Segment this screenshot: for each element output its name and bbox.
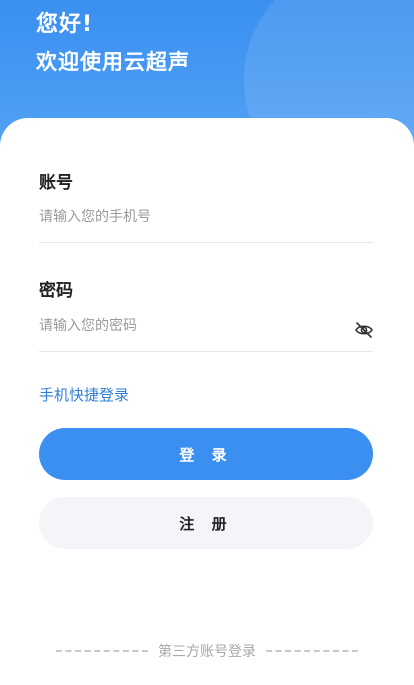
eye-off-icon[interactable]: [354, 321, 374, 339]
phone-input[interactable]: [39, 205, 339, 229]
account-divider: [39, 242, 373, 243]
third-party-section: 第三方账号登录: [0, 641, 414, 661]
login-card: 账号 密码 手机快捷登录 登 录 注 册: [0, 118, 414, 685]
quick-login-link[interactable]: 手机快捷登录: [39, 384, 129, 405]
divider-dash-right: [266, 650, 358, 652]
account-label: 账号: [39, 173, 73, 193]
password-input[interactable]: [39, 314, 339, 338]
divider-dash-left: [56, 650, 148, 652]
password-divider: [39, 351, 373, 352]
welcome-subtitle: 欢迎使用云超声: [36, 50, 190, 74]
password-label: 密码: [39, 281, 73, 301]
login-button[interactable]: 登 录: [39, 428, 373, 480]
register-button[interactable]: 注 册: [39, 497, 373, 549]
greeting-title: 您好!: [36, 12, 94, 37]
third-party-label: 第三方账号登录: [158, 644, 256, 660]
